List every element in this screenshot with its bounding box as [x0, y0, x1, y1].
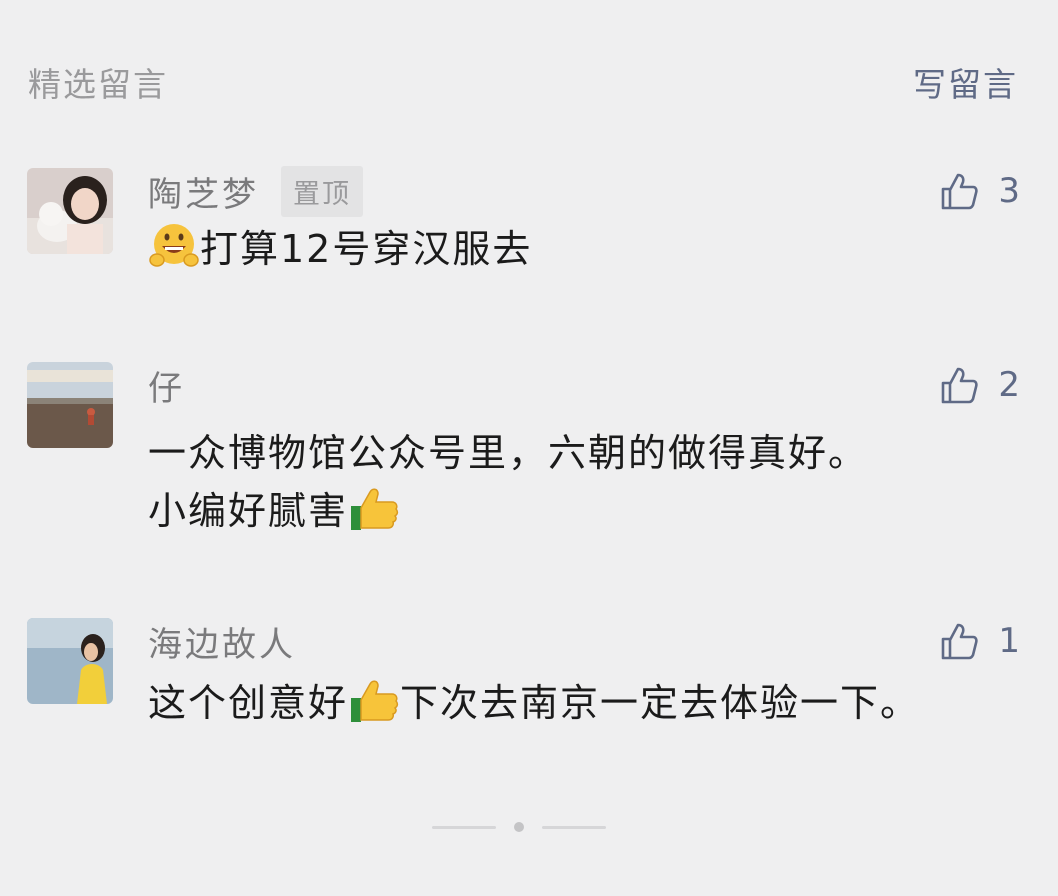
nickname[interactable]: 陶芝梦 — [148, 167, 259, 216]
nick-row: 海边故人 — [148, 617, 296, 666]
like-button[interactable]: 1 — [938, 618, 1020, 664]
pinned-badge: 置顶 — [281, 165, 363, 217]
comment-text: 一众博物馆公众号里，六朝的做得真好。 — [148, 422, 868, 477]
page-indicator — [432, 822, 606, 832]
comment-text-before: 这个创意好 — [148, 681, 349, 725]
like-count: 3 — [998, 171, 1020, 211]
thumbs-up-emoji — [348, 482, 400, 534]
like-count: 1 — [998, 621, 1020, 661]
comment-text: 这个创意好 下次去南京一定去体验一下。 — [148, 672, 920, 727]
section-title: 精选留言 — [28, 65, 168, 104]
like-count: 2 — [998, 365, 1020, 405]
indicator-line — [432, 825, 496, 829]
comment-text-content: 打算12号穿汉服去 — [200, 227, 533, 271]
comments-page: 精选留言 写留言 陶芝梦 置顶 3 打算12号穿汉服去 仔 2 一众博物馆公众号… — [0, 0, 1058, 896]
like-button[interactable]: 3 — [938, 168, 1020, 214]
thumbs-up-outline-icon — [938, 170, 980, 212]
indicator-line — [542, 825, 606, 829]
thumbs-up-outline-icon — [938, 620, 980, 662]
indicator-dot — [514, 822, 524, 832]
write-comment-link[interactable]: 写留言 — [913, 58, 1018, 106]
thumbs-up-outline-icon — [938, 364, 980, 406]
comment-text-after: 下次去南京一定去体验一下。 — [400, 681, 921, 725]
grinning-hands-emoji — [148, 220, 200, 272]
comment-text-content: 一众博物馆公众号里，六朝的做得真好。 — [148, 431, 869, 475]
nick-row: 仔 — [148, 361, 185, 410]
avatar[interactable] — [27, 362, 113, 448]
nick-row: 陶芝梦 置顶 — [148, 165, 363, 217]
avatar[interactable] — [27, 168, 113, 254]
nickname[interactable]: 仔 — [148, 361, 185, 410]
comment-text: 小编好腻害 — [148, 480, 400, 535]
comment-text-content: 小编好腻害 — [148, 489, 349, 533]
avatar[interactable] — [27, 618, 113, 704]
like-button[interactable]: 2 — [938, 362, 1020, 408]
nickname[interactable]: 海边故人 — [148, 617, 296, 666]
comment-text: 打算12号穿汉服去 — [148, 218, 532, 273]
thumbs-up-emoji — [348, 674, 400, 726]
